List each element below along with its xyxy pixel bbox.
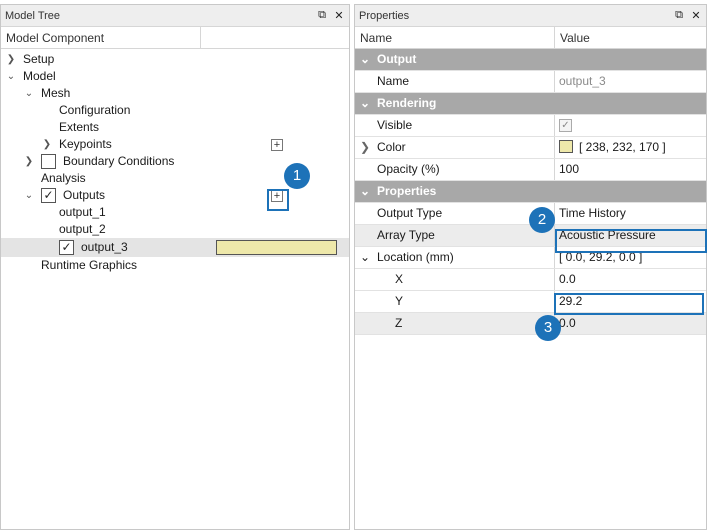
prop-label: Color [377, 140, 406, 154]
color-value[interactable]: [ 238, 232, 170 ] [555, 137, 706, 158]
prop-label: Opacity (%) [377, 162, 440, 176]
prop-label: Y [395, 294, 404, 308]
prop-row-x: X 0.0 [355, 269, 706, 291]
step-badge-1: 1 [284, 163, 310, 189]
prop-label: Z [395, 316, 403, 330]
model-component-column[interactable]: Model Component [1, 27, 201, 48]
tree-node-output-3[interactable]: ✓ output_3 [1, 238, 349, 257]
chevron-down-icon[interactable]: ⌄ [360, 93, 370, 114]
visible-checkbox[interactable]: ✓ [559, 119, 572, 132]
window-float-icon[interactable]: ⧉ [672, 9, 686, 22]
add-output-highlight [267, 189, 289, 211]
tree-node-label: output_2 [59, 222, 106, 236]
tree-node-output-1[interactable]: output_1 [1, 204, 349, 221]
properties-title: Properties [359, 9, 410, 22]
y-input-highlight [554, 293, 704, 315]
name-column[interactable]: Name [355, 27, 555, 48]
model-tree-column-header: Model Component [1, 27, 349, 49]
model-tree: ❯ Setup ⌄ Model ⌄ Mesh Configuration Ext… [1, 49, 349, 274]
tree-node-label: Keypoints [59, 137, 112, 151]
chevron-down-icon[interactable]: ⌄ [23, 85, 35, 102]
model-tree-header: Model Tree ⧉ ✕ [1, 5, 349, 27]
tree-node-label: Model [23, 69, 56, 83]
color-rgb-text: [ 238, 232, 170 ] [579, 140, 666, 154]
tree-node-model[interactable]: ⌄ Model [1, 68, 349, 85]
close-icon[interactable]: ✕ [332, 9, 346, 22]
chevron-right-icon[interactable]: ❯ [41, 136, 53, 153]
tree-node-setup[interactable]: ❯ Setup [1, 51, 349, 68]
tree-node-label: Configuration [59, 103, 131, 117]
section-properties[interactable]: ⌄ Properties [355, 181, 706, 203]
tree-node-label: Runtime Graphics [41, 258, 138, 272]
tree-node-label: Setup [23, 52, 55, 66]
output-3-checkbox[interactable]: ✓ [59, 240, 74, 255]
prop-label: Output Type [377, 206, 443, 220]
prop-label: Visible [377, 118, 413, 132]
tree-node-output-2[interactable]: output_2 [1, 221, 349, 238]
output-3-color-swatch[interactable] [216, 240, 337, 255]
output-type-select[interactable]: Time History [555, 203, 706, 224]
value-column[interactable]: Value [555, 27, 706, 48]
prop-label: X [395, 272, 404, 286]
chevron-down-icon[interactable]: ⌄ [360, 49, 370, 70]
properties-panel: Properties ⧉ ✕ Name Value ⌄ Output Name o… [354, 4, 707, 530]
prop-row-name: Name output_3 [355, 71, 706, 93]
tree-node-mesh[interactable]: ⌄ Mesh [1, 85, 349, 102]
step-badge-3: 3 [535, 315, 561, 341]
tree-node-label: output_1 [59, 205, 106, 219]
tree-node-label: output_3 [81, 240, 128, 254]
chevron-down-icon[interactable]: ⌄ [23, 187, 35, 204]
x-input[interactable]: 0.0 [555, 269, 706, 290]
chevron-down-icon[interactable]: ⌄ [5, 68, 17, 85]
section-rendering[interactable]: ⌄ Rendering [355, 93, 706, 115]
section-label: Properties [377, 184, 437, 198]
model-tree-title: Model Tree [5, 9, 61, 22]
tree-node-extents[interactable]: Extents [1, 119, 349, 136]
tree-node-label: Analysis [41, 171, 86, 185]
tree-node-runtime-graphics[interactable]: Runtime Graphics [1, 257, 349, 274]
model-tree-panel: Model Tree ⧉ ✕ Model Component ❯ Setup ⌄… [0, 4, 350, 530]
array-type-highlight [555, 229, 707, 253]
window-float-icon[interactable]: ⧉ [315, 9, 329, 22]
chevron-right-icon[interactable]: ❯ [360, 137, 370, 158]
add-keypoint-button[interactable]: + [271, 139, 283, 151]
section-label: Rendering [377, 96, 437, 110]
tree-node-label: Boundary Conditions [63, 154, 175, 168]
step-badge-2: 2 [529, 207, 555, 233]
name-value: output_3 [559, 74, 606, 88]
z-input[interactable]: 0.0 [555, 313, 706, 334]
section-label: Output [377, 52, 417, 66]
chevron-down-icon[interactable]: ⌄ [360, 247, 370, 268]
prop-label: Location (mm) [377, 250, 454, 264]
opacity-input[interactable]: 100 [555, 159, 706, 180]
prop-label: Array Type [377, 228, 435, 242]
prop-row-visible: Visible ✓ [355, 115, 706, 137]
prop-row-color: ❯ Color [ 238, 232, 170 ] [355, 137, 706, 159]
prop-label: Name [377, 74, 410, 88]
chevron-right-icon[interactable]: ❯ [23, 153, 35, 170]
tree-node-label: Outputs [63, 188, 106, 202]
properties-header: Properties ⧉ ✕ [355, 5, 706, 27]
tree-node-outputs[interactable]: ⌄ ✓ Outputs + [1, 187, 349, 204]
tree-node-label: Mesh [41, 86, 71, 100]
prop-row-z: Z 0.0 [355, 313, 706, 335]
chevron-down-icon[interactable]: ⌄ [360, 181, 370, 202]
tree-node-label: Extents [59, 120, 100, 134]
close-icon[interactable]: ✕ [689, 9, 703, 22]
tree-node-configuration[interactable]: Configuration [1, 102, 349, 119]
chevron-right-icon[interactable]: ❯ [5, 51, 17, 68]
outputs-checkbox[interactable]: ✓ [41, 188, 56, 203]
properties-column-header: Name Value [355, 27, 706, 49]
prop-row-opacity: Opacity (%) 100 [355, 159, 706, 181]
section-output[interactable]: ⌄ Output [355, 49, 706, 71]
color-swatch[interactable] [559, 140, 573, 153]
boundary-conditions-checkbox[interactable] [41, 154, 56, 169]
tree-node-keypoints[interactable]: ❯ Keypoints + [1, 136, 349, 153]
blank-column [201, 27, 349, 48]
